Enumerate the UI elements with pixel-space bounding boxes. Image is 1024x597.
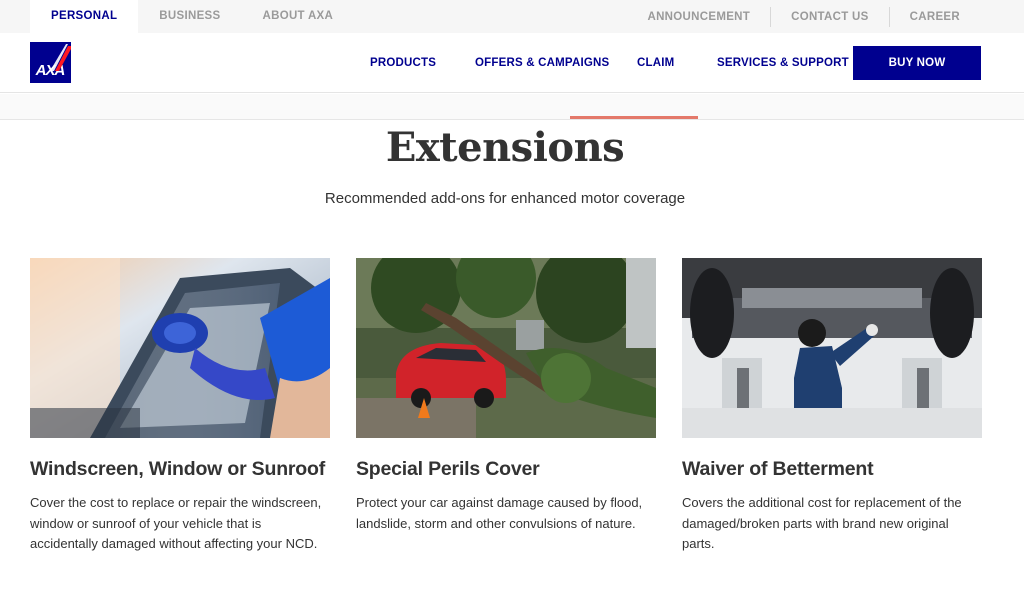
card-description: Cover the cost to replace or repair the … — [30, 495, 322, 551]
card-title: Waiver of Betterment — [682, 458, 874, 480]
active-section-indicator — [570, 116, 698, 119]
utility-links: ANNOUNCEMENT CONTACT US CAREER — [627, 0, 980, 33]
section-title: Extensions — [385, 124, 625, 171]
tab-business[interactable]: BUSINESS — [138, 0, 241, 33]
extension-card-waiver-of-betterment: Waiver of Betterment Covers the addition… — [682, 258, 982, 555]
extension-card-special-perils: Special Perils Cover Protect your car ag… — [356, 258, 656, 534]
main-navigation: AXA PRODUCTS OFFERS & CAMPAIGNS CLAIM SE… — [0, 33, 1024, 93]
top-utility-bar: PERSONAL BUSINESS ABOUT AXA ANNOUNCEMENT… — [0, 0, 1024, 33]
nav-offers-campaigns[interactable]: OFFERS & CAMPAIGNS — [475, 33, 609, 93]
nav-services-support[interactable]: SERVICES & SUPPORT — [717, 33, 849, 93]
segment-tabs: PERSONAL BUSINESS ABOUT AXA — [30, 0, 354, 33]
buy-now-button[interactable]: BUY NOW — [853, 46, 981, 80]
card-description: Covers the additional cost for replaceme… — [682, 495, 962, 551]
fallen-tree-car-image — [356, 258, 656, 438]
contact-us-link[interactable]: CONTACT US — [771, 11, 889, 23]
tab-about-axa[interactable]: ABOUT AXA — [242, 0, 355, 33]
extension-card-windscreen: Windscreen, Window or Sunroof Cover the … — [30, 258, 330, 555]
nav-products[interactable]: PRODUCTS — [370, 33, 436, 93]
card-description: Protect your car against damage caused b… — [356, 495, 643, 531]
mechanic-under-car-image — [682, 258, 982, 438]
announcement-link[interactable]: ANNOUNCEMENT — [627, 11, 770, 23]
windscreen-repair-image — [30, 258, 330, 438]
sub-navigation-strip — [0, 94, 1024, 120]
tab-personal[interactable]: PERSONAL — [30, 0, 139, 33]
card-title: Windscreen, Window or Sunroof — [30, 458, 326, 480]
nav-claim[interactable]: CLAIM — [637, 33, 674, 93]
section-subtitle: Recommended add-ons for enhanced motor c… — [324, 190, 686, 207]
card-title: Special Perils Cover — [356, 458, 540, 480]
career-link[interactable]: CAREER — [890, 11, 980, 23]
